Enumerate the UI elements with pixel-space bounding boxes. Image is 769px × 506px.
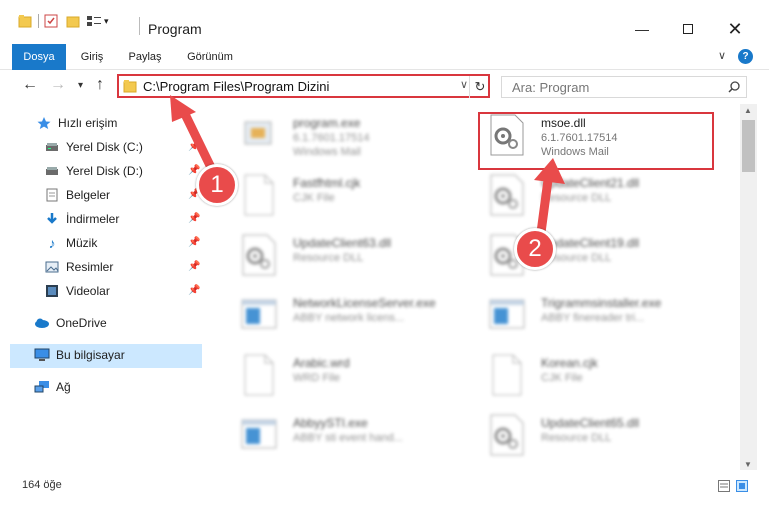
annotation-badge-2: 2 [514,228,556,270]
annotation-badge-1: 1 [196,164,238,206]
annotation-arrows [170,95,565,245]
